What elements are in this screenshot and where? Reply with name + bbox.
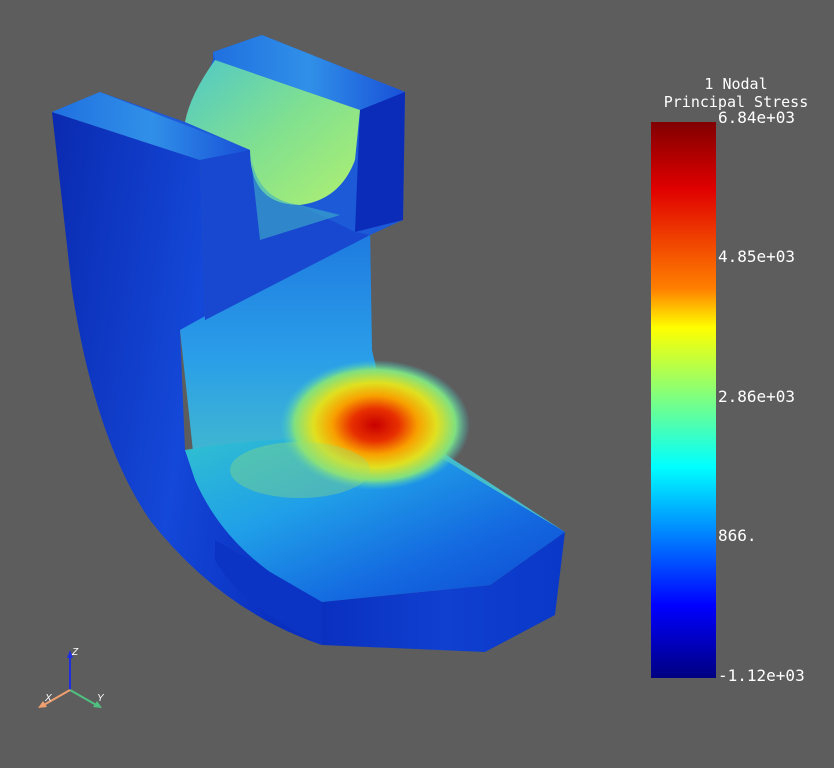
axes-triad[interactable]: Z Y X: [30, 640, 110, 720]
scalar-bar[interactable]: [651, 122, 716, 678]
scalar-bar-tick-4: 866.: [718, 526, 757, 545]
y-axis-line: [69, 689, 99, 707]
scalar-bar-title-line1: 1 Nodal: [704, 75, 768, 93]
stress-gradient-band: [230, 442, 370, 498]
right-block-front-face: [355, 92, 405, 232]
z-axis-label: Z: [71, 647, 79, 658]
x-axis-label: X: [44, 693, 52, 704]
y-axis-label: Y: [97, 693, 105, 704]
scalar-bar-tick-2: 4.85e+03: [718, 247, 796, 266]
render-viewport[interactable]: 1 Nodal Principal Stress 6.84e+03 4.85e+…: [0, 0, 834, 768]
scalar-bar-tick-max: 6.84e+03: [718, 108, 796, 127]
scalar-bar-tick-min: -1.12e+03: [718, 666, 805, 685]
scalar-bar-tick-3: 2.86e+03: [718, 387, 796, 406]
